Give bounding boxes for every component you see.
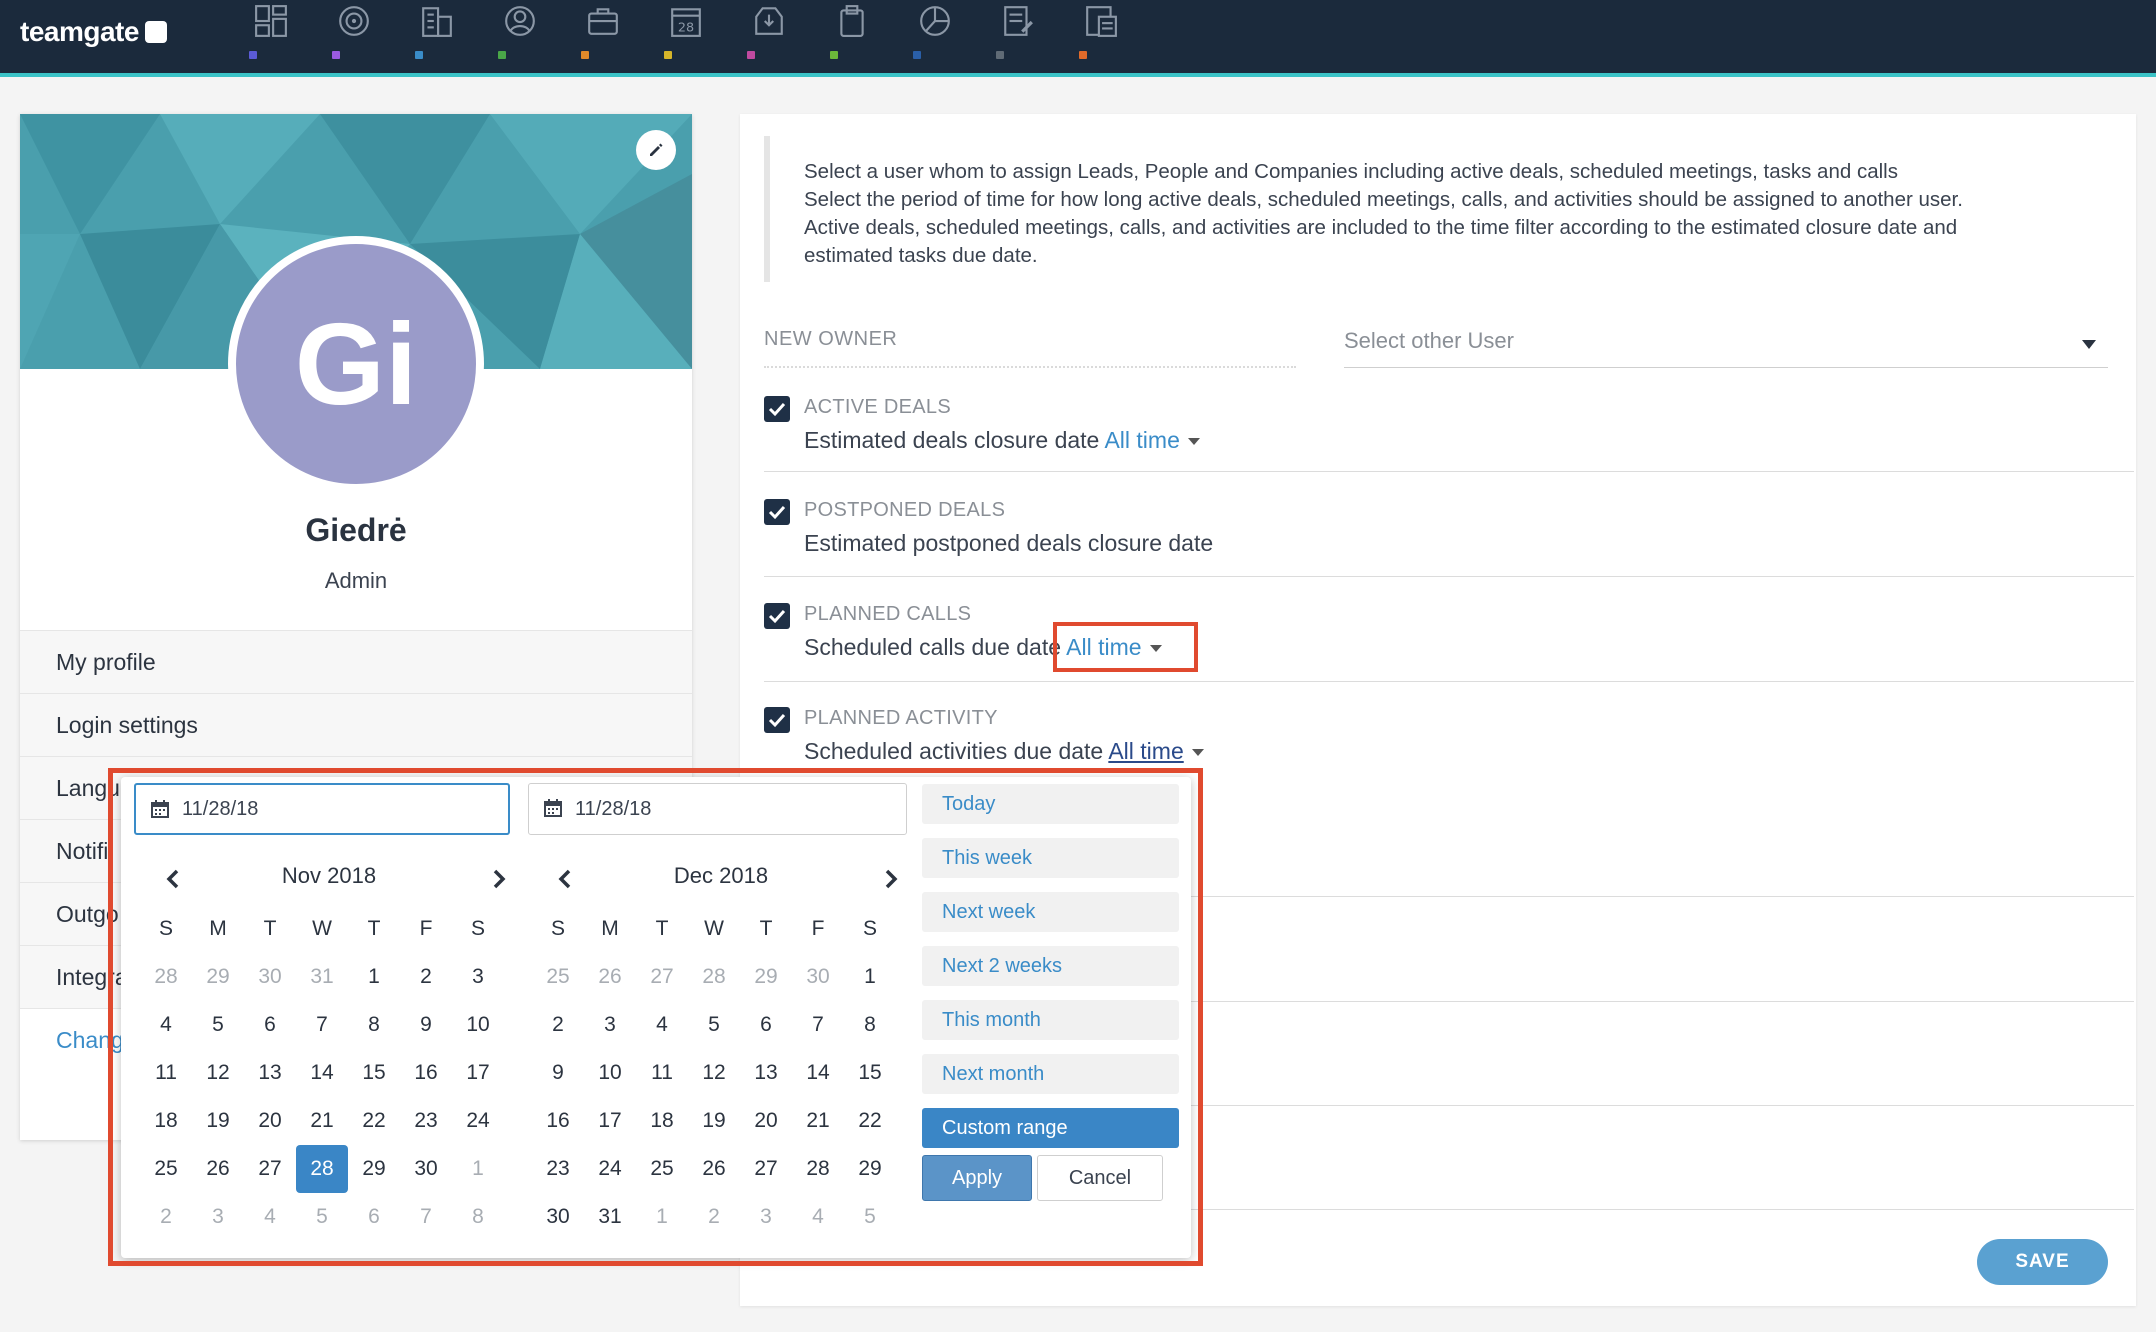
row-subtitle-text: Estimated deals closure date [804,427,1100,453]
row-subtitle: Estimated postponed deals closure date [804,530,1214,556]
profile-role: Admin [324,568,388,593]
nav-color-dot [332,51,340,59]
companies-icon [422,7,452,37]
deals-icon [588,8,618,35]
row-postponed-deals: POSTPONED DEALS Estimated postponed deal… [764,499,2134,577]
nav-item-clipboard[interactable] [815,0,898,73]
nav-color-dot [747,51,755,59]
nav-color-dot [249,51,257,59]
row-title: ACTIVE DEALS [804,396,951,418]
notes-icon [1004,6,1033,36]
nav-color-dot [581,51,589,59]
row-active-deals: ACTIVE DEALS Estimated deals closure dat… [764,396,2134,472]
postponed-deals-checkbox[interactable] [764,499,790,525]
target-icon [339,6,369,36]
nav-color-dot [498,51,506,59]
info-line: estimated tasks due date. [804,244,1038,267]
pencil-icon [650,143,663,156]
owner-select-placeholder: Select other User [1344,328,1514,353]
nav-color-dot [664,51,672,59]
nav-item-people[interactable] [483,0,566,73]
nav-item-target[interactable] [317,0,400,73]
checkmark-icon [768,402,786,417]
nav-item-companies[interactable] [400,0,483,73]
active-deals-checkbox[interactable] [764,396,790,422]
nav-color-dot [415,51,423,59]
nav-item-calendar[interactable]: 28 [649,0,732,73]
profile-name: Giedrė [305,512,407,548]
nav-color-dot [913,51,921,59]
row-subtitle-text: Scheduled calls due date [804,634,1062,660]
info-line: Select the period of time for how long a… [804,188,1963,211]
checkmark-icon [768,505,786,520]
new-owner-select[interactable]: Select other User [1344,328,2108,368]
nav-item-document[interactable] [1064,0,1147,73]
caret-down-icon[interactable] [1187,438,1200,446]
save-button[interactable]: SAVE [1977,1239,2108,1285]
profile-menu-item-my-profile[interactable]: My profile [20,630,692,693]
nav-item-dashboard[interactable] [234,0,317,73]
nav-item-inbox[interactable] [732,0,815,73]
logo-text: teamgate [20,16,139,47]
nav-item-deals[interactable] [566,0,649,73]
row-title: POSTPONED DEALS [804,499,1006,521]
info-line: Active deals, scheduled meetings, calls,… [804,216,1958,239]
info-box: Select a user whom to assign Leads, Peop… [764,136,2134,282]
top-navbar: teamgate 28 [0,0,2156,77]
main-nav: 28 [234,0,1147,73]
edit-cover-button[interactable] [636,130,676,170]
nav-item-pie-chart[interactable] [898,0,981,73]
new-owner-label: NEW OWNER [764,328,1296,368]
nav-color-dot [1079,51,1087,59]
nav-color-dot [830,51,838,59]
pie-chart-icon [920,6,950,36]
row-title: PLANNED CALLS [804,603,972,625]
planned-calls-checkbox[interactable] [764,603,790,629]
people-icon [505,6,535,36]
highlight-box [108,768,1203,1266]
row-subtitle-text: Scheduled activities due date [804,738,1104,764]
profile-menu-item-login-settings[interactable]: Login settings [20,693,692,756]
time-filter-dropdown[interactable]: All time [1104,427,1179,453]
checkmark-icon [768,609,786,624]
row-planned-calls: PLANNED CALLS Scheduled calls due date A… [764,603,2134,682]
row-subtitle: Estimated deals closure date All time [804,427,1200,454]
document-icon [1086,6,1117,37]
info-line: Select a user whom to assign Leads, Peop… [804,160,1898,183]
dashboard-icon [255,5,287,37]
time-filter-dropdown[interactable]: All time [1108,738,1183,764]
row-title: PLANNED ACTIVITY [804,707,998,729]
clipboard-icon [840,5,864,37]
avatar[interactable]: Gi [228,236,484,492]
caret-down-icon[interactable] [1191,749,1204,757]
calendar-icon: 28 [671,8,701,37]
svg-text:28: 28 [678,21,694,36]
nav-color-dot [996,51,1004,59]
nav-item-notes[interactable] [981,0,1064,73]
hand-icon [144,21,167,43]
inbox-icon [755,7,783,35]
planned-activity-checkbox[interactable] [764,707,790,733]
row-subtitle: Scheduled activities due date All time [804,738,1204,765]
chevron-down-icon [2082,340,2096,349]
highlight-box [1053,622,1198,672]
checkmark-icon [768,713,786,728]
app-logo[interactable]: teamgate [20,16,167,48]
